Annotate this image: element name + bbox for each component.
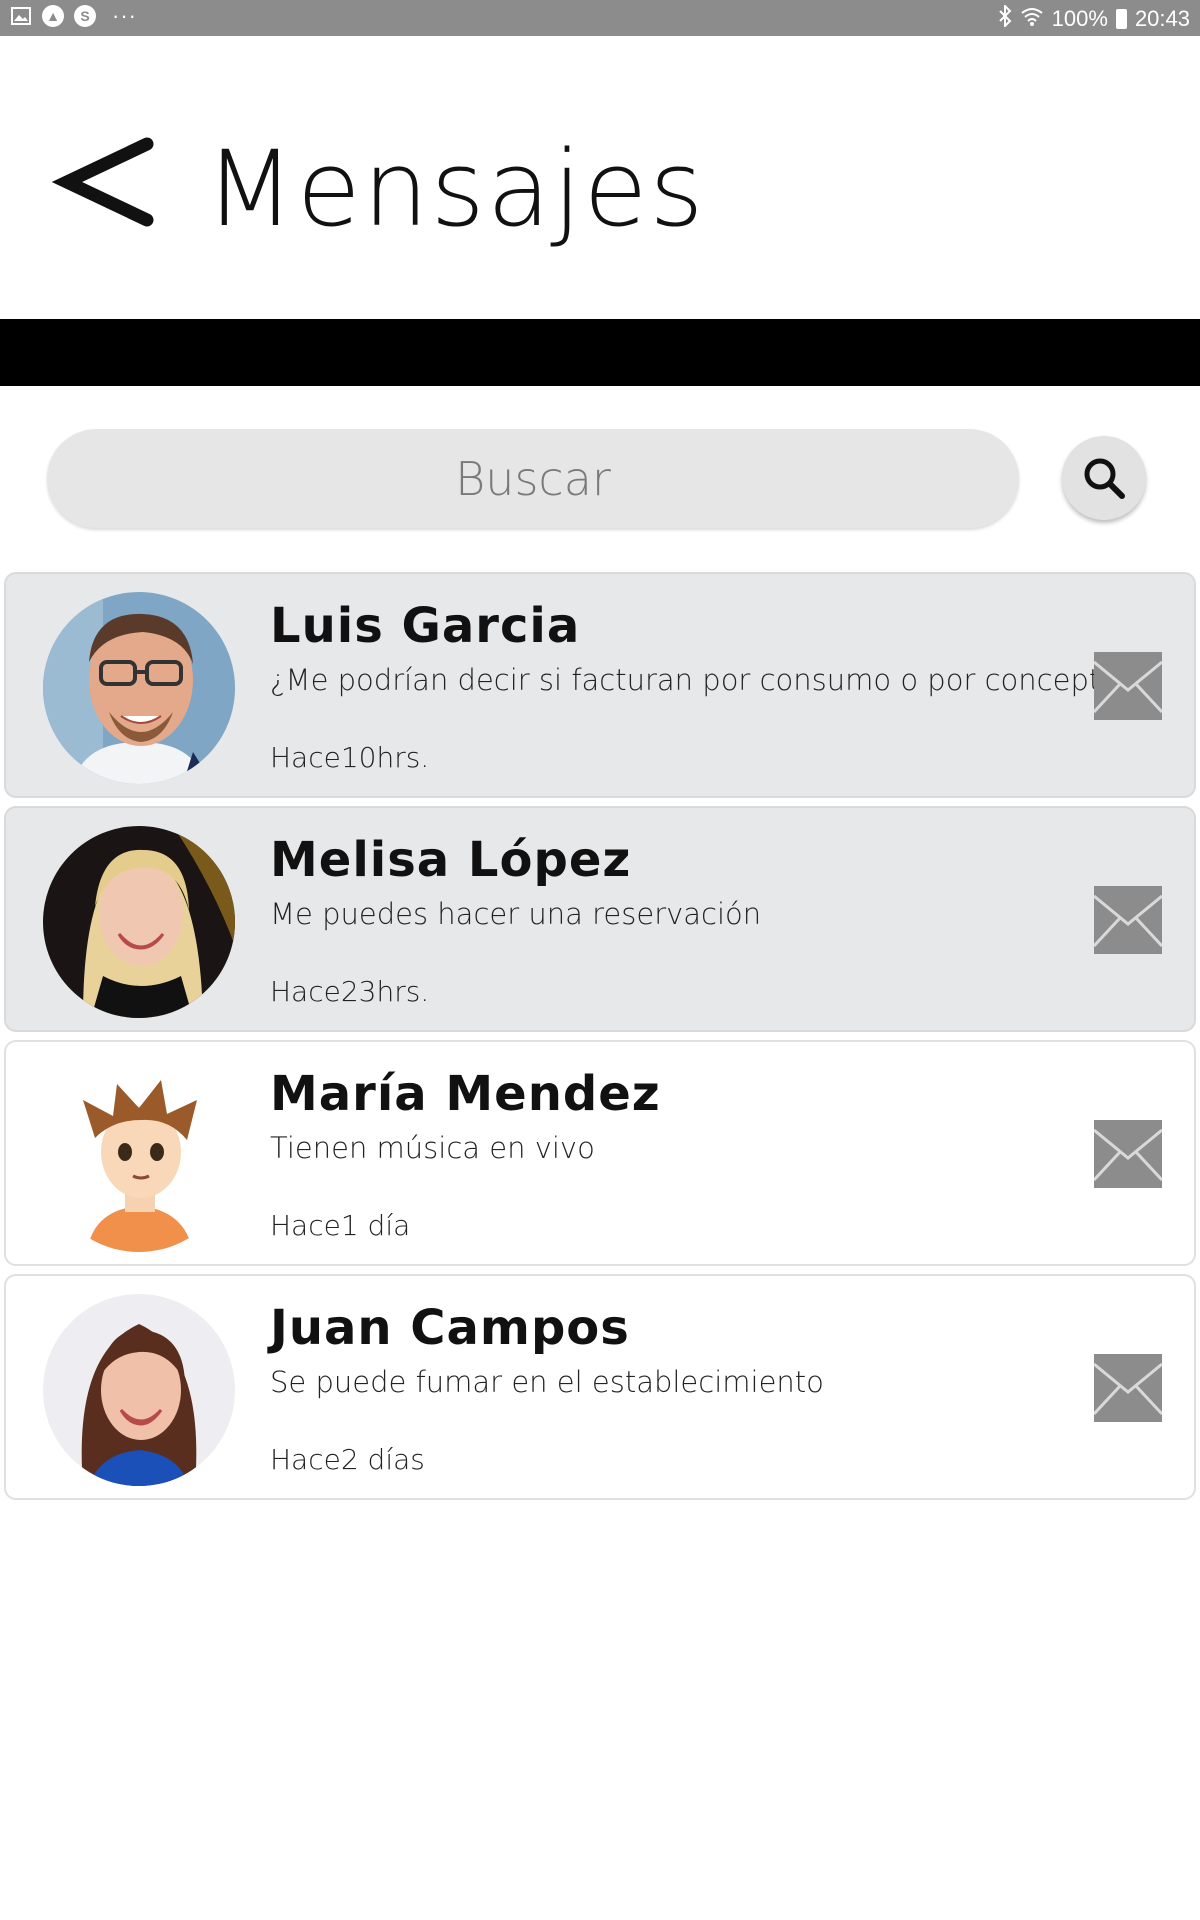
- message-item-luis-garcia[interactable]: Luis Garcia ¿Me podrían decir si factura…: [4, 572, 1196, 798]
- message-preview: ¿Me podrían decir si facturan por consum…: [270, 663, 1134, 697]
- clock: 20:43: [1134, 6, 1190, 31]
- battery-icon: [1115, 9, 1127, 29]
- back-button[interactable]: [51, 124, 162, 254]
- mail-icon[interactable]: [1092, 652, 1164, 720]
- search-button[interactable]: [1062, 436, 1146, 520]
- message-time: Hace2 días: [270, 1443, 425, 1476]
- message-preview: Se puede fumar en el establecimiento: [270, 1365, 824, 1399]
- message-preview: Tienen música en vivo: [270, 1131, 595, 1165]
- avatar: [43, 826, 235, 1018]
- page-title: Mensajes: [205, 128, 706, 250]
- message-time: Hace1 día: [270, 1209, 411, 1242]
- message-item-juan-campos[interactable]: Juan Campos Se puede fumar en el estable…: [4, 1274, 1196, 1500]
- header: Mensajes: [0, 36, 1200, 319]
- status-left-icons: ▲ S ···: [10, 5, 137, 27]
- avatar: [43, 592, 235, 784]
- status-bar: ▲ S ··· 100% 20:43: [0, 0, 1200, 36]
- contact-name: Luis Garcia: [270, 598, 581, 654]
- s-circle-icon: S: [74, 5, 96, 27]
- mail-icon[interactable]: [1092, 1120, 1164, 1188]
- a-circle-icon: ▲: [42, 5, 64, 27]
- avatar: [43, 1060, 235, 1252]
- image-icon: [10, 5, 32, 27]
- search-input[interactable]: [47, 429, 1019, 528]
- message-item-maria-mendez[interactable]: María Mendez Tienen música en vivo Hace1…: [4, 1040, 1196, 1266]
- message-time: Hace23hrs.: [270, 975, 430, 1008]
- more-dots: ···: [112, 3, 137, 28]
- battery-percent: 100%: [1051, 6, 1108, 31]
- avatar: [43, 1294, 235, 1486]
- contact-name: María Mendez: [270, 1066, 661, 1122]
- contact-name: Melisa López: [270, 832, 632, 888]
- mail-icon[interactable]: [1092, 1354, 1164, 1422]
- wifi-icon: [1020, 6, 1044, 32]
- status-right-icons: 100% 20:43: [998, 3, 1190, 33]
- message-list: Luis Garcia ¿Me podrían decir si factura…: [4, 572, 1196, 1508]
- message-item-melisa-lopez[interactable]: Melisa López Me puedes hacer una reserva…: [4, 806, 1196, 1032]
- header-divider-bar: [0, 319, 1200, 386]
- mail-icon[interactable]: [1092, 886, 1164, 954]
- message-preview: Me puedes hacer una reservación: [270, 897, 762, 931]
- message-time: Hace10hrs.: [270, 741, 430, 774]
- bluetooth-icon: [998, 3, 1012, 33]
- chevron-left-icon: [51, 137, 154, 227]
- search-icon: [1084, 458, 1125, 499]
- contact-name: Juan Campos: [270, 1300, 630, 1356]
